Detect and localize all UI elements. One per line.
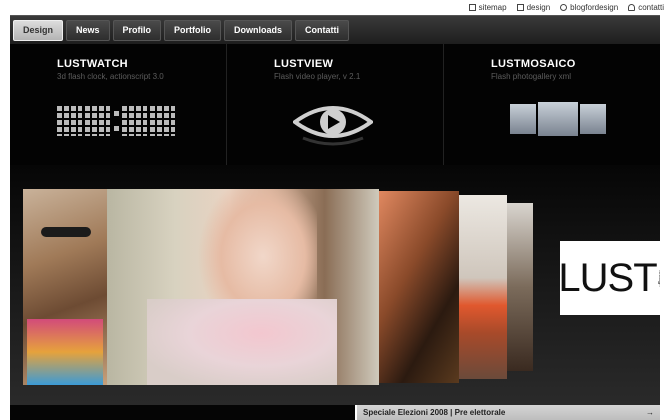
news-ticker[interactable]: Speciale Elezioni 2008 | Pre elettorale … [357,405,660,420]
top-links: sitemap design blogfordesign contatti [468,0,664,14]
product-lustview[interactable]: LUSTVIEW Flash video player, v 2.1 [227,44,444,165]
eye-play-icon [293,106,373,146]
gallery-panels-icon [510,102,606,136]
tab-news[interactable]: News [66,19,110,41]
gallery-stage: LUST fordesign [10,165,660,405]
arrow-right-icon[interactable]: → [646,408,654,417]
news-headline: Speciale Elezioni 2008 | Pre elettorale [363,408,506,417]
digital-clock-icon [57,106,175,136]
gallery-photo-bedroom[interactable] [459,195,507,379]
products-strip: LUSTWATCH 3d flash clock, actionscript 3… [10,44,660,166]
lust-logo[interactable]: LUST fordesign [558,241,660,315]
swimsuit [27,319,103,385]
main-nav: Design News Profilo Portfolio Downloads … [10,15,660,44]
gallery-photo-woman-sunglasses[interactable] [23,189,107,385]
product-title: LUSTVIEW [274,58,334,70]
gallery-photo-main-portrait[interactable] [107,189,379,385]
tab-portfolio[interactable]: Portfolio [164,19,222,41]
bottom-left-panel [10,405,355,420]
sitemap-icon [468,3,476,11]
contatti-link[interactable]: contatti [628,3,664,12]
gallery-photo-candle[interactable] [379,191,459,383]
tab-design[interactable]: Design [13,19,64,41]
product-title: LUSTMOSAICO [491,58,576,70]
product-lustwatch[interactable]: LUSTWATCH 3d flash clock, actionscript 3… [10,44,227,165]
tab-downloads[interactable]: Downloads [224,19,293,41]
design-link[interactable]: design [516,3,550,12]
sitemap-link[interactable]: sitemap [468,3,507,12]
blog-link[interactable]: blogfordesign [560,3,618,12]
feather-boa [147,299,337,385]
sunglasses [41,227,91,237]
rss-icon [560,3,568,11]
product-subtitle: Flash video player, v 2.1 [274,72,361,81]
product-title: LUSTWATCH [57,58,128,70]
product-lustmosaico[interactable]: LUSTMOSAICO Flash photogallery xml [444,44,660,165]
mail-icon [516,3,524,11]
product-subtitle: Flash photogallery xml [491,72,572,81]
tab-profilo[interactable]: Profilo [112,19,162,41]
tab-contatti[interactable]: Contatti [295,19,350,41]
bottom-bar: Speciale Elezioni 2008 | Pre elettorale … [0,405,670,420]
gallery-photo-interior[interactable] [507,203,533,371]
user-icon [628,3,636,11]
product-subtitle: 3d flash clock, actionscript 3.0 [57,72,164,81]
